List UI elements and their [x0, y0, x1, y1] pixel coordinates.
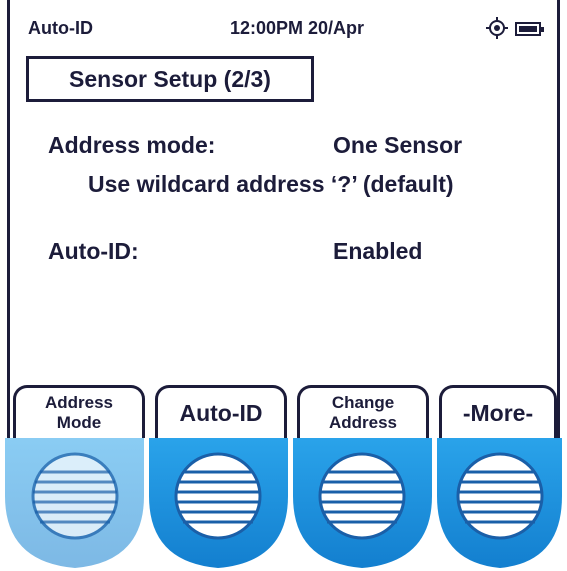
softkey-change-address[interactable]: Change Address: [297, 385, 429, 438]
status-bar: Auto-ID 12:00PM 20/Apr: [10, 0, 557, 56]
hardware-keypad: [5, 438, 562, 568]
auto-id-label: Auto-ID:: [48, 238, 139, 264]
softkey-address-mode[interactable]: Address Mode: [13, 385, 145, 438]
softkey-change-address-line1: Change: [331, 393, 395, 412]
softkey-change-address-line2: Address: [328, 413, 398, 432]
gps-target-icon: [486, 17, 508, 39]
auto-id-value: Enabled: [333, 238, 423, 264]
softkey-auto-id[interactable]: Auto-ID: [155, 385, 287, 438]
hardware-key-1[interactable]: [5, 438, 145, 568]
battery-full-icon: [515, 22, 544, 36]
softkey-address-mode-line1: Address: [44, 393, 114, 412]
address-mode-note: Use wildcard address ‘?’ (default): [88, 171, 454, 197]
status-mode: Auto-ID: [28, 18, 93, 38]
hardware-key-3[interactable]: [293, 438, 432, 568]
hardware-key-4[interactable]: [437, 438, 562, 568]
hardware-key-2[interactable]: [149, 438, 288, 568]
softkey-auto-id-label: Auto-ID: [179, 399, 263, 426]
softkey-address-mode-line2: Mode: [56, 413, 102, 432]
softkey-more-label: -More-: [462, 399, 534, 426]
address-mode-label: Address mode:: [48, 132, 216, 158]
address-mode-value: One Sensor: [333, 132, 463, 158]
device-screen: Auto-ID 12:00PM 20/Apr Sensor Setup (2/3…: [7, 0, 560, 438]
screen-title: Sensor Setup (2/3): [26, 56, 314, 102]
status-time-date: 12:00PM 20/Apr: [230, 18, 365, 38]
softkey-more[interactable]: -More-: [439, 385, 557, 438]
